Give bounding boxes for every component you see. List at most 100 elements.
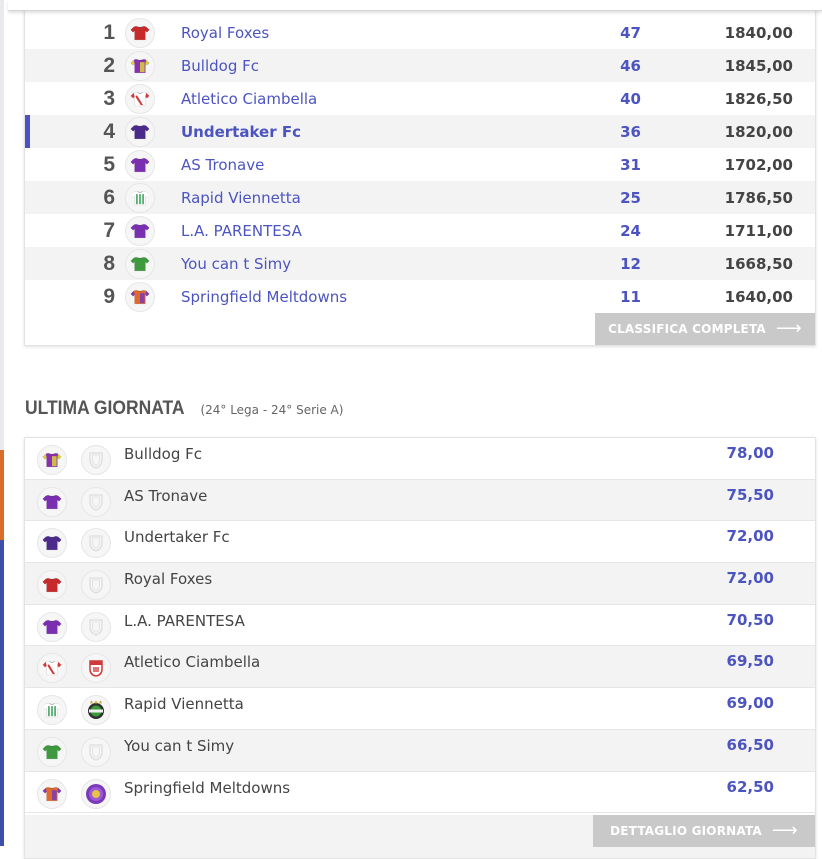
jersey-purple-icon — [125, 215, 155, 246]
round-detail-button-label: DETTAGLIO GIORNATA — [610, 824, 762, 838]
team-link[interactable]: AS Tronave — [181, 156, 541, 174]
round-team-score: 70,50 — [726, 610, 774, 629]
arrow-right-icon: ⟶ — [771, 820, 798, 841]
team-total-score: 1826,50 — [724, 89, 793, 108]
team-link[interactable]: Bulldog Fc — [181, 57, 541, 75]
round-team-name: Bulldog Fc — [124, 445, 202, 463]
team-points: 40 — [620, 89, 641, 108]
team-link[interactable]: Atletico Ciambella — [181, 90, 541, 108]
team-total-score: 1840,00 — [724, 23, 793, 42]
jersey-orange-purple-icon — [125, 281, 155, 312]
round-team-name: You can t Simy — [124, 736, 235, 755]
standings-position: 6 — [103, 185, 115, 209]
jersey-red-icon — [37, 570, 67, 601]
arrow-right-icon: ⟶ — [775, 318, 802, 339]
left-edge-orange — [0, 450, 4, 540]
standings-row: 8 You can t Simy 12 1668,50 — [25, 247, 815, 280]
standings-position: 8 — [103, 251, 115, 275]
shield-placeholder-icon — [81, 570, 111, 601]
green-black-crest-icon: ★★★ — [81, 695, 111, 726]
round-team-name: Royal Foxes — [124, 570, 213, 589]
left-edge-blue — [0, 540, 4, 846]
shield-placeholder-icon — [81, 445, 111, 475]
standings-row: 9 Springfield Meltdowns 11 1640,00 — [25, 280, 815, 313]
team-points: 31 — [620, 155, 641, 174]
team-points: 11 — [620, 287, 641, 306]
round-detail-button[interactable]: DETTAGLIO GIORNATA ⟶ — [593, 815, 815, 847]
jersey-red-icon — [125, 17, 155, 48]
jersey-green-icon — [37, 736, 67, 767]
team-total-score: 1711,00 — [724, 221, 793, 240]
round-team-score: 75,50 — [726, 485, 774, 504]
team-total-score: 1640,00 — [724, 287, 793, 306]
standings-panel: 1 Royal Foxes 47 1840,00 2 Bulldog Fc 46 1845,0… — [24, 0, 816, 346]
team-total-score: 1820,00 — [724, 122, 793, 141]
team-total-score: 1668,50 — [724, 254, 793, 273]
standings-row: 4 Undertaker Fc 36 1820,00 — [25, 115, 815, 148]
standings-position: 7 — [103, 218, 115, 242]
shield-placeholder-icon — [81, 528, 111, 559]
round-team-score: 66,50 — [726, 735, 774, 754]
last-round-heading: ULTIMA GIORNATA (24° Lega - 24° Serie A) — [25, 398, 343, 420]
full-standings-button[interactable]: CLASSIFICA COMPLETA ⟶ — [595, 313, 815, 345]
standings-row: 3 Atletico Ciambella 40 1826,50 — [25, 82, 815, 115]
round-row: Bulldog Fc 78,00 — [25, 438, 815, 480]
team-link[interactable]: Springfield Meltdowns — [181, 288, 541, 306]
purple-round-crest-icon — [81, 778, 111, 809]
jersey-dark-purple-icon — [37, 528, 67, 559]
round-team-name: L.A. PARENTESA — [124, 611, 245, 630]
round-team-score: 69,50 — [726, 652, 774, 671]
jersey-green-icon — [125, 248, 155, 279]
last-round-panel: Bulldog Fc 78,00 AS Tronave 75,50 Undertaker… — [24, 437, 816, 859]
jersey-green-stripes-icon — [125, 182, 155, 213]
round-team-score: 62,50 — [726, 777, 774, 796]
round-team-name: Springfield Meltdowns — [124, 778, 291, 797]
round-row: L.A. PARENTESA 70,50 — [25, 605, 815, 647]
round-team-score: 72,00 — [726, 527, 774, 546]
standings-position: 1 — [103, 20, 115, 44]
team-total-score: 1845,00 — [724, 56, 793, 75]
team-total-score: 1702,00 — [724, 155, 793, 174]
left-edge-accent — [0, 0, 4, 846]
jersey-purple-icon — [37, 611, 67, 642]
team-link[interactable]: You can t Simy — [181, 255, 541, 273]
shield-placeholder-icon — [81, 486, 111, 517]
round-team-name: Undertaker Fc — [124, 528, 230, 547]
round-row: You can t Simy 66,50 — [25, 729, 815, 772]
team-points: 47 — [620, 23, 641, 42]
team-points: 36 — [620, 122, 641, 141]
team-link[interactable]: L.A. PARENTESA — [181, 222, 541, 240]
jersey-orange-purple-icon — [37, 778, 67, 809]
last-round-title: ULTIMA GIORNATA — [25, 398, 185, 419]
standings-position: 2 — [103, 53, 115, 77]
standings-row: 5 AS Tronave 31 1702,00 — [25, 148, 815, 181]
full-standings-button-label: CLASSIFICA COMPLETA — [608, 322, 766, 336]
jersey-green-stripes-icon — [37, 695, 67, 726]
jersey-purple-icon — [125, 149, 155, 180]
svg-text:★★★: ★★★ — [89, 700, 103, 706]
last-round-list: Bulldog Fc 78,00 AS Tronave 75,50 Undertaker… — [25, 438, 815, 814]
team-points: 25 — [620, 188, 641, 207]
sticky-header-edge — [8, 0, 822, 11]
round-row: Royal Foxes 72,00 — [25, 563, 815, 605]
current-team-marker — [25, 115, 30, 148]
standings-row: 6 Rapid Viennetta 25 1786,50 — [25, 181, 815, 214]
jersey-red-white-icon — [37, 653, 67, 684]
round-row: Atletico Ciambella 69,50 — [25, 646, 815, 689]
standings-position: 9 — [103, 284, 115, 308]
jersey-red-white-icon — [125, 83, 155, 114]
team-points: 12 — [620, 254, 641, 273]
jersey-dark-purple-icon — [125, 116, 155, 147]
team-link[interactable]: Undertaker Fc — [181, 123, 541, 141]
team-link[interactable]: Royal Foxes — [181, 24, 541, 42]
round-team-score: 69,00 — [726, 694, 774, 713]
red-white-crest-icon — [81, 653, 111, 684]
round-team-name: Atletico Ciambella — [124, 653, 261, 672]
standings-row: 7 L.A. PARENTESA 24 1711,00 — [25, 214, 815, 247]
shield-placeholder-icon — [81, 611, 111, 642]
shield-placeholder-icon — [81, 736, 111, 767]
jersey-purple-yellow-icon — [37, 445, 67, 475]
team-link[interactable]: Rapid Viennetta — [181, 189, 541, 207]
team-points: 24 — [620, 221, 641, 240]
round-row: ★★★ Rapid Viennetta 69,00 — [25, 688, 815, 730]
